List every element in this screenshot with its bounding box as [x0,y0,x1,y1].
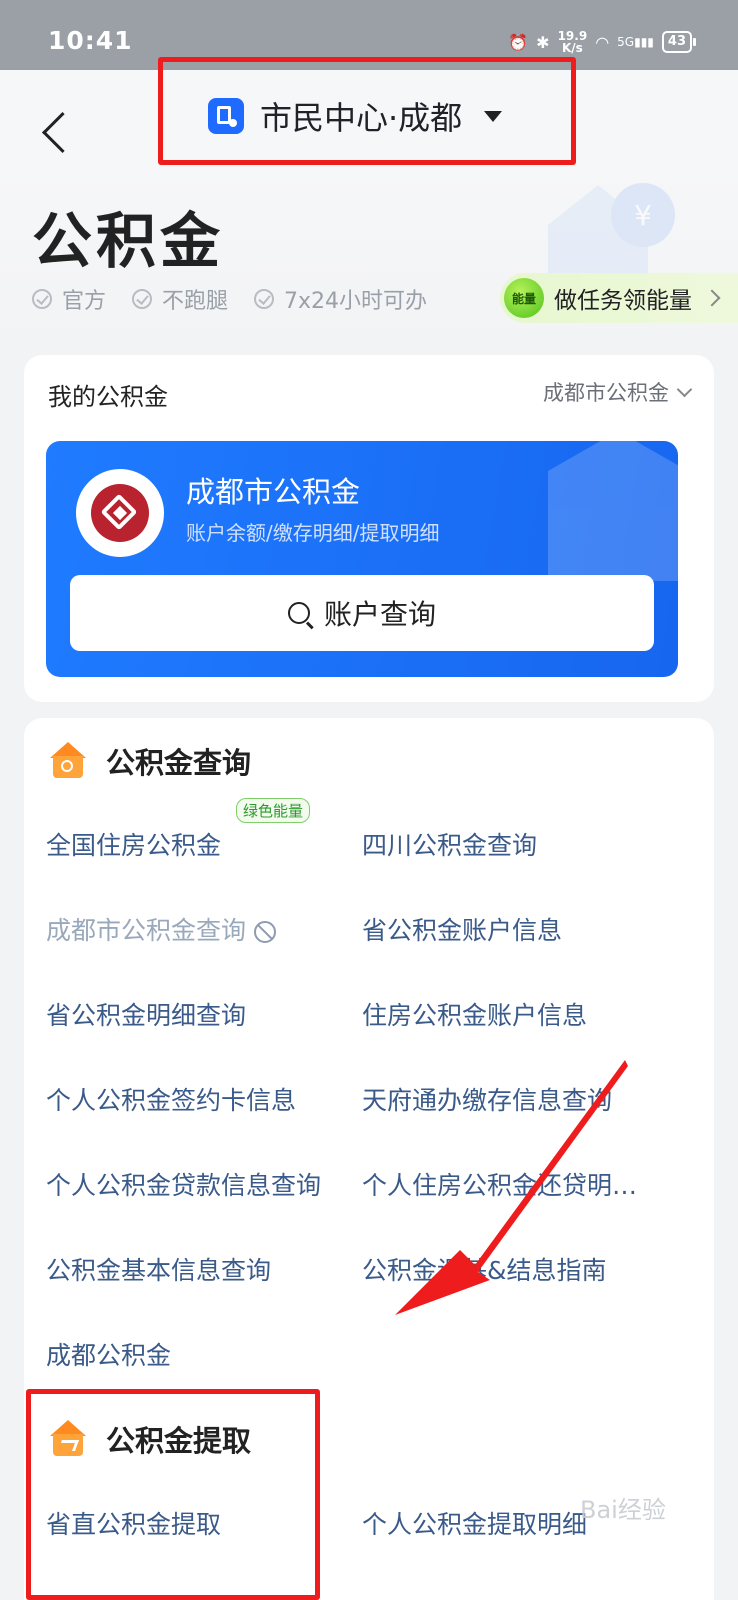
tag-24h: 7x24小时可办 [254,283,427,315]
energy-task-button[interactable]: 能量 做任务领能量 [500,273,738,323]
unavailable-icon [254,921,277,943]
chevron-down-icon [676,381,693,397]
list-item[interactable]: 住房公积金账户信息 [362,996,587,1032]
status-icons: ⏰ ✱ 19.9 K/s ◠ 5G▮▮▮ 43 [508,26,697,58]
energy-badge-icon: 能量 [504,278,544,318]
network-speed: 19.9 K/s [557,29,588,55]
tag-no-visit: 不跑腿 [132,283,228,315]
wifi-icon: ◠ [595,32,610,52]
tag-official: 官方 [32,283,106,315]
bluetooth-icon: ✱ [536,32,550,52]
card-decoration-icon [548,441,678,581]
list-item[interactable]: 个人公积金提取明细 [362,1505,587,1541]
back-button[interactable] [20,88,84,154]
list-item[interactable]: 成都公积金 [46,1336,171,1372]
alarm-icon: ⏰ [508,32,529,52]
battery-icon: 43 [661,31,697,53]
list-item[interactable]: 四川公积金查询 [362,826,537,862]
back-arrow-icon [41,111,84,154]
search-icon [287,602,310,624]
check-icon [254,289,275,309]
list-item[interactable]: 省公积金账户信息 [362,911,562,947]
list-item[interactable]: 个人公积金签约卡信息 [46,1081,296,1117]
account-query-button[interactable]: 账户查询 [70,575,654,651]
list-item[interactable]: 个人住房公积金还贷明… [362,1166,637,1202]
list-item[interactable]: 个人公积金贷款信息查询 [46,1166,321,1202]
signal-icon: 5G▮▮▮ [617,35,654,49]
green-energy-badge: 绿色能量 [236,798,311,823]
list-item[interactable]: 全国住房公积金 绿色能量 [46,798,311,862]
hero: ¥ 公积金 官方 不跑腿 7x24小时可办 能量 做任务领能量 [0,165,738,345]
fund-name: 成都市公积金 [186,475,361,509]
fund-logo [76,469,164,557]
house-decoration-icon: ¥ [548,183,675,285]
check-icon [132,289,153,309]
page-title: 公积金 [32,207,224,277]
chevron-right-icon [703,289,721,307]
my-fund-card: 我的公积金 成都市公积金 成都市公积金 账户余额/缴存明细/提取明细 账户查询 [24,355,714,702]
watermark: Bai经验 [580,1496,666,1524]
highlight-box-withdraw [26,1389,320,1600]
list-item[interactable]: 成都市公积金查询 [46,911,277,947]
my-fund-title: 我的公积金 [48,383,168,411]
fund-city-select[interactable]: 成都市公积金 [543,377,693,407]
status-time: 10:41 [48,26,133,55]
list-item[interactable]: 公积金调基&结息指南 [362,1251,607,1287]
energy-task-label: 做任务领能量 [554,288,692,314]
check-icon [32,289,52,309]
list-item[interactable]: 公积金基本信息查询 [46,1251,271,1287]
fund-subtitle: 账户余额/缴存明细/提取明细 [186,521,440,545]
fund-logo-icon [91,484,149,542]
svg-text:¥: ¥ [634,199,652,232]
house-search-icon [48,742,88,780]
feature-tags: 官方 不跑腿 7x24小时可办 [32,283,427,315]
list-item[interactable]: 天府通办缴存信息查询 [362,1081,612,1117]
fund-account-card[interactable]: 成都市公积金 账户余额/缴存明细/提取明细 账户查询 [46,441,678,677]
highlight-box-title [158,57,576,165]
query-section-header: 公积金查询 [48,740,251,782]
list-item[interactable]: 省公积金明细查询 [46,996,246,1032]
